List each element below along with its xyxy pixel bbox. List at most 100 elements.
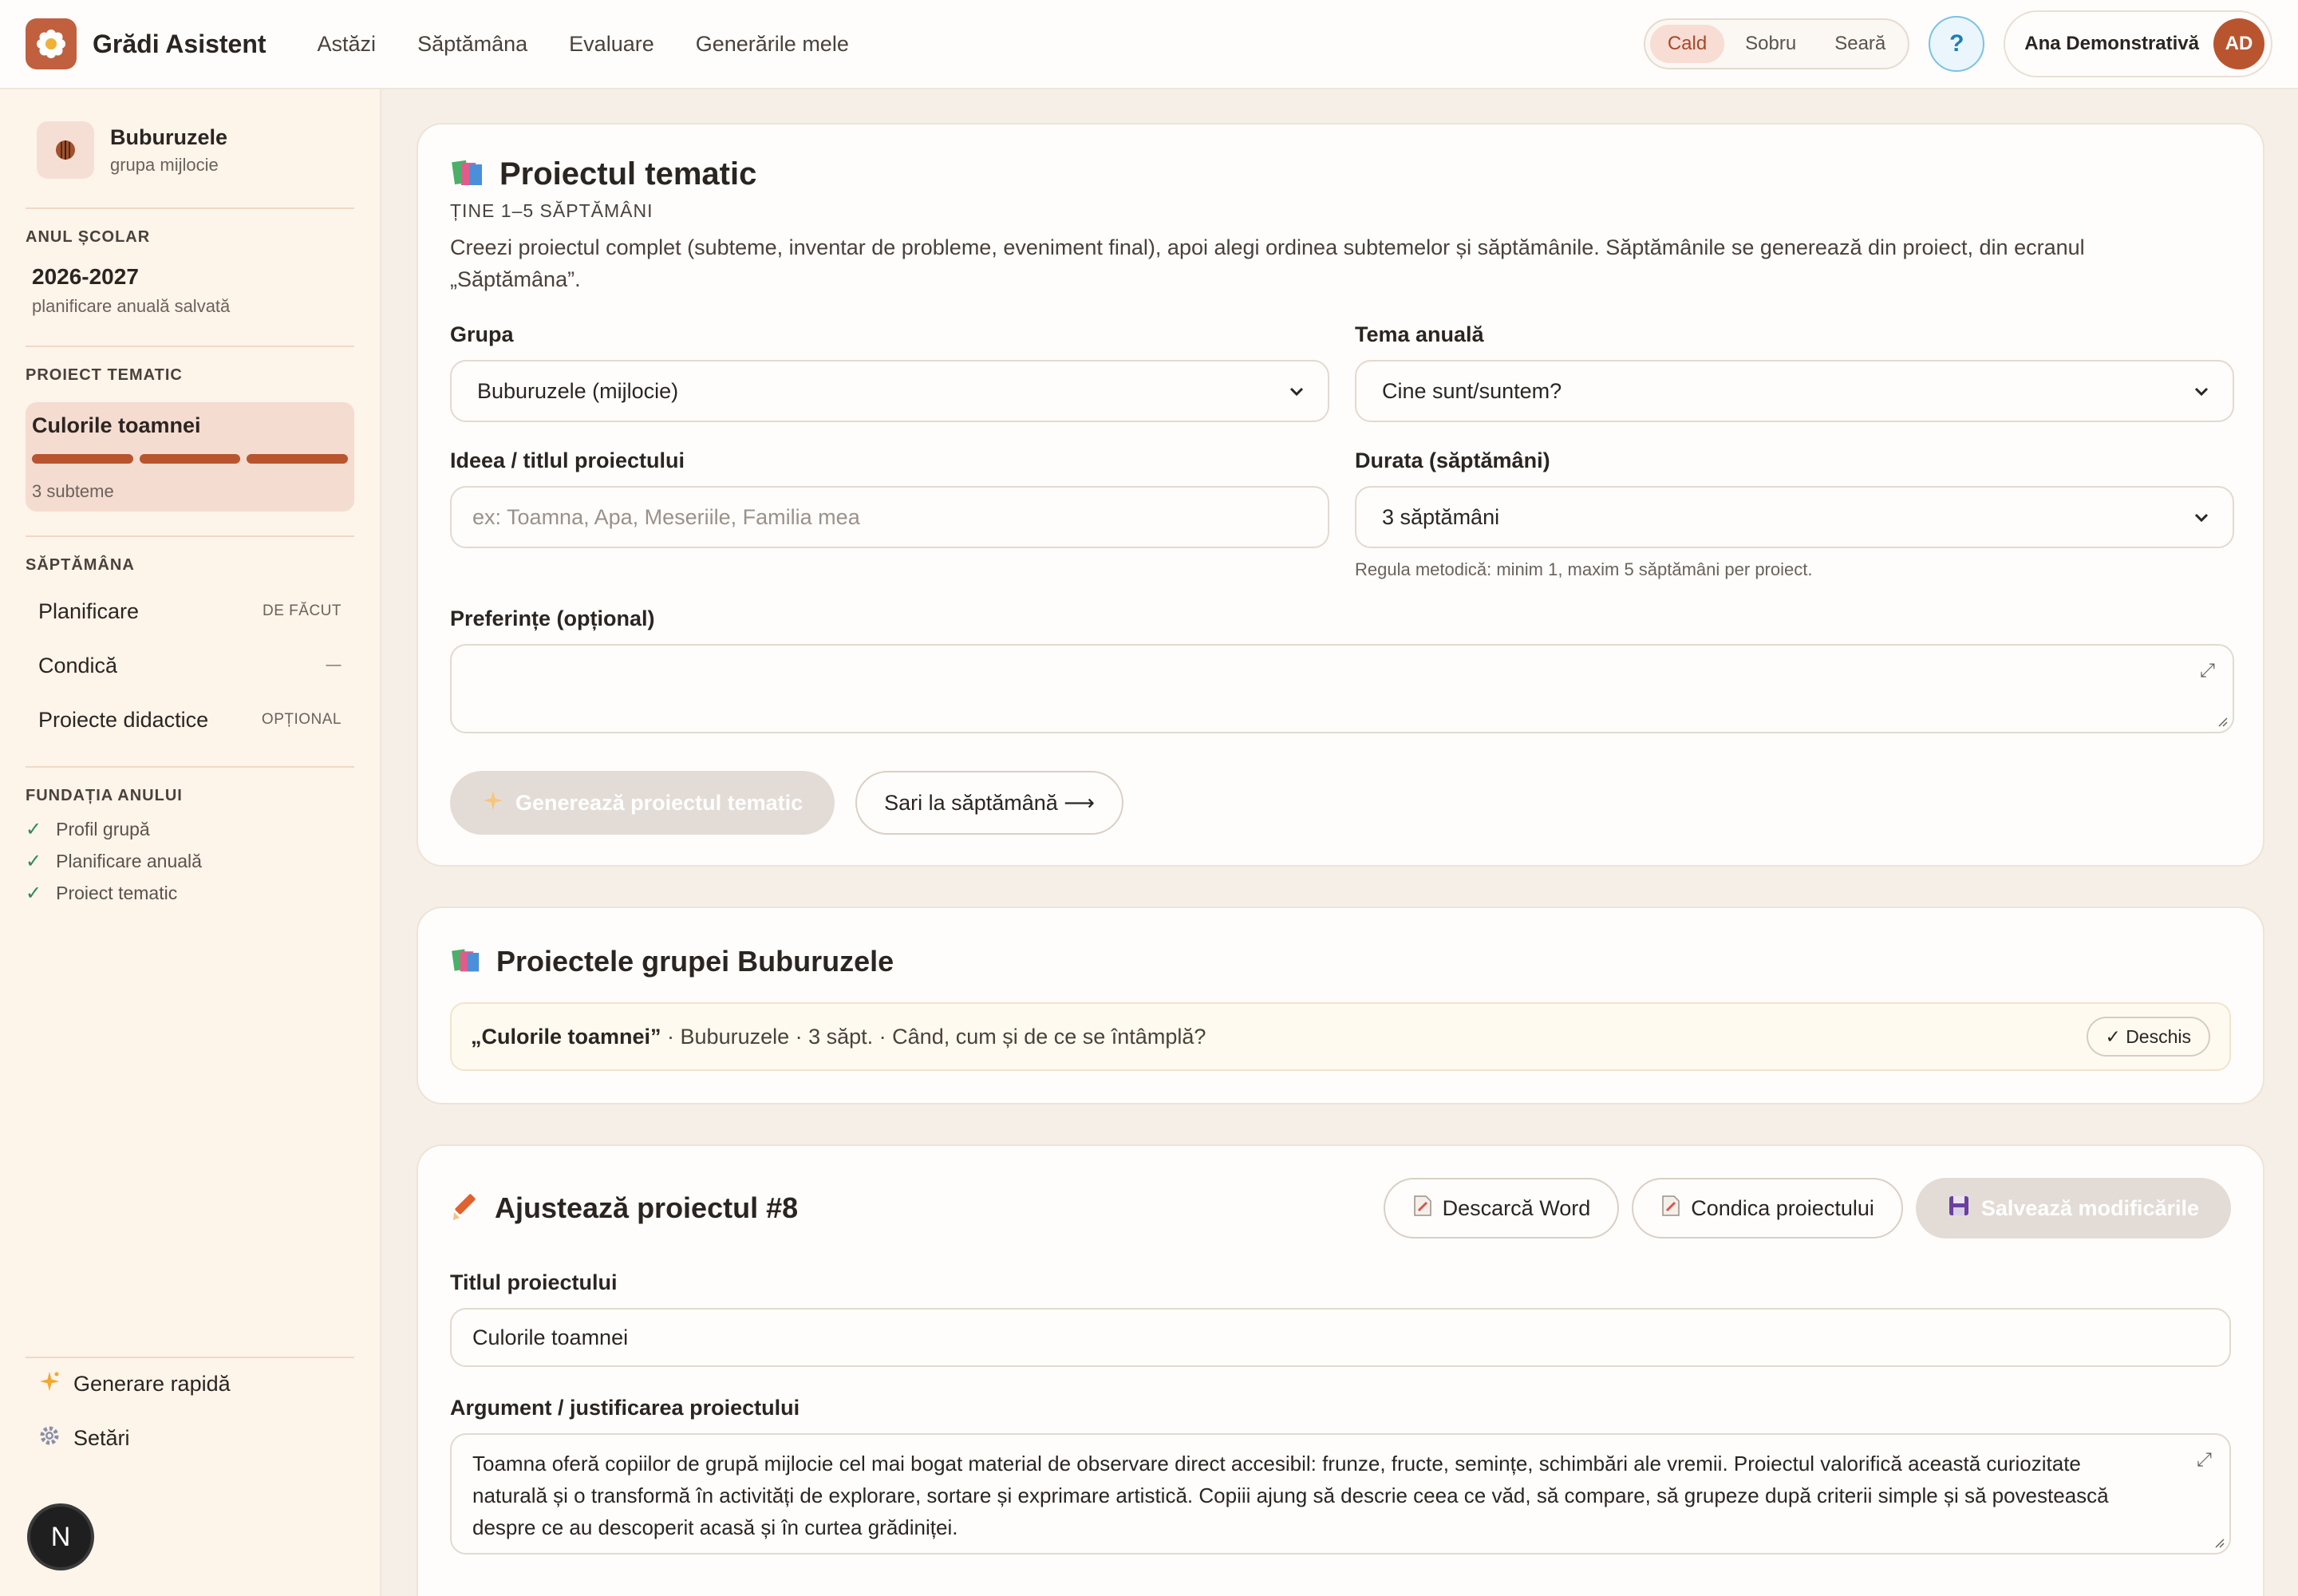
progress-segment [139, 454, 241, 464]
settings-label: Setări [73, 1425, 130, 1450]
foundation-item-label: Profil grupă [56, 818, 150, 839]
floppy-disk-icon [1948, 1195, 1970, 1223]
idea-input[interactable]: ex: Toamna, Apa, Meseriile, Familia mea [450, 486, 1329, 548]
skip-to-week-button[interactable]: Sari la săptămână ⟶ [855, 771, 1123, 835]
sidebar-item-condica[interactable]: Condică — [26, 638, 354, 693]
preferences-field-wrap: Preferințe (opțional) ⤢ [450, 606, 2234, 733]
thematic-project-card: Proiectul tematic ȚINE 1–5 SĂPTĂMÂNI Cre… [417, 123, 2264, 867]
top-bar: Grădi Asistent Astăzi Săptămâna Evaluare… [0, 0, 2298, 89]
flower-logo-icon [26, 18, 77, 69]
resize-grip-icon[interactable] [2217, 716, 2228, 727]
group-select-value: Buburuzele (mijlocie) [477, 378, 679, 403]
user-menu[interactable]: Ana Demonstrativă AD [2004, 10, 2272, 77]
generate-project-button[interactable]: Generează proiectul tematic [450, 771, 835, 835]
save-changes-label: Salvează modificările [1980, 1195, 2199, 1220]
quick-generate-link[interactable]: Generare rapidă [26, 1357, 356, 1411]
project-row-meta: · Buburuzele · 3 săpt. · Când, cum și de… [661, 1024, 1206, 1049]
project-section: PROIECT TEMATIC Culorile toamnei 3 subte… [26, 347, 354, 537]
adjust-title: Ajustează proiectul #8 [495, 1191, 799, 1224]
ladybug-icon [37, 121, 94, 179]
group-level: grupa mijlocie [110, 154, 219, 175]
adjust-project-card: Ajustează proiectul #8 Descarcă Word Con… [417, 1144, 2264, 1596]
argument-text: Toamna oferă copiilor de grupă mijlocie … [472, 1452, 2109, 1539]
group-card[interactable]: Buburuzele grupa mijlocie [26, 121, 354, 209]
status-badge[interactable]: ✓ Deschis [2086, 1017, 2210, 1057]
current-project-name: Culorile toamnei [32, 413, 201, 437]
card-title-row: Proiectele grupei Buburuzele [450, 945, 2231, 978]
argument-label: Argument / justificarea proiectului [450, 1396, 800, 1420]
download-word-label: Descarcă Word [1442, 1195, 1591, 1220]
school-year-value[interactable]: 2026-2027 [26, 264, 354, 290]
adjust-actions: Descarcă Word Condica proiectului Salvea… [1383, 1178, 2231, 1238]
sparkles-icon [38, 1370, 61, 1398]
nav-astazi[interactable]: Astăzi [318, 32, 377, 57]
user-name: Ana Demonstrativă [2024, 33, 2199, 54]
idea-label: Ideea / titlul proiectului [450, 448, 685, 472]
annual-theme-select[interactable]: Cine sunt/suntem? [1355, 360, 2234, 422]
progress-segment [32, 454, 133, 464]
foundation-item[interactable]: ✓ Profil grupă [26, 813, 354, 845]
project-log-button[interactable]: Condica proiectului [1632, 1178, 1903, 1238]
corner-n-badge[interactable]: N [30, 1507, 91, 1567]
group-projects-title: Proiectele grupei Buburuzele [496, 945, 894, 978]
project-row-text: „Culorile toamnei” · Buburuzele · 3 săpt… [471, 1025, 1206, 1049]
annual-theme-field-wrap: Tema anuală Cine sunt/suntem? [1355, 322, 2234, 422]
skip-to-week-label: Sari la săptămână ⟶ [884, 790, 1095, 815]
argument-textarea[interactable]: Toamna oferă copiilor de grupă mijlocie … [450, 1433, 2231, 1555]
card-title-row: Proiectul tematic [450, 156, 2231, 192]
annual-theme-value: Cine sunt/suntem? [1382, 378, 1562, 403]
nav-generarile-mele[interactable]: Generările mele [696, 32, 849, 57]
group-select[interactable]: Buburuzele (mijlocie) [450, 360, 1329, 422]
settings-link[interactable]: Setări [26, 1411, 356, 1465]
school-year-section: ANUL ȘCOLAR 2026-2027 planificare anuală… [26, 209, 354, 347]
sparkles-icon [482, 789, 504, 817]
sidebar-item-proiecte-didactice[interactable]: Proiecte didactice OPȚIONAL [26, 693, 354, 747]
week-section: SĂPTĂMÂNA Planificare DE FĂCUT Condică —… [26, 537, 354, 768]
project-log-label: Condica proiectului [1691, 1195, 1874, 1220]
nav-evaluare[interactable]: Evaluare [569, 32, 654, 57]
form-actions: Generează proiectul tematic Sari la săpt… [450, 771, 1123, 835]
list-item[interactable]: „Culorile toamnei” · Buburuzele · 3 săpt… [450, 1002, 2231, 1071]
project-row-title: „Culorile toamnei” [471, 1024, 661, 1049]
pencil-icon [450, 1191, 480, 1226]
chevron-down-icon [2194, 387, 2209, 397]
duration-value: 3 săptămâni [1382, 504, 1500, 529]
resize-grip-icon[interactable] [2213, 1537, 2225, 1548]
expand-icon[interactable]: ⤢ [2200, 660, 2215, 682]
school-year-status: planificare anuală salvată [32, 296, 231, 316]
sidebar-item-label: Proiecte didactice [38, 707, 209, 732]
foundation-item-label: Proiect tematic [56, 882, 178, 903]
expand-icon[interactable]: ⤢ [2197, 1449, 2212, 1472]
theme-switch: Cald Sobru Seară [1643, 18, 1910, 69]
group-projects-card: Proiectele grupei Buburuzele „Culorile t… [417, 907, 2264, 1104]
argument-field-wrap: Argument / justificarea proiectului Toam… [450, 1396, 2231, 1555]
books-icon [450, 156, 485, 192]
duration-label: Durata (săptămâni) [1355, 448, 1550, 472]
avatar: AD [2213, 18, 2264, 69]
check-icon: ✓ [26, 850, 42, 872]
progress-segment [247, 454, 349, 464]
duration-select[interactable]: 3 săptămâni [1355, 486, 2234, 548]
theme-cald[interactable]: Cald [1649, 25, 1725, 63]
sidebar-item-planificare[interactable]: Planificare DE FĂCUT [26, 584, 354, 638]
download-word-button[interactable]: Descarcă Word [1383, 1178, 1620, 1238]
nav-saptamana[interactable]: Săptămâna [417, 32, 527, 57]
save-changes-button[interactable]: Salvează modificările [1915, 1178, 2231, 1238]
preferences-textarea[interactable]: ⤢ [450, 644, 2234, 733]
theme-sobru[interactable]: Sobru [1727, 25, 1814, 63]
top-right-controls: Cald Sobru Seară ? Ana Demonstrativă AD [1643, 10, 2272, 77]
gear-icon [38, 1424, 61, 1452]
foundation-item[interactable]: ✓ Proiect tematic [26, 877, 354, 909]
foundation-item[interactable]: ✓ Planificare anuală [26, 845, 354, 877]
chevron-down-icon [1289, 387, 1304, 397]
current-project-card[interactable]: Culorile toamnei 3 subteme [26, 402, 354, 512]
status-badge: OPȚIONAL [261, 711, 342, 728]
title-input[interactable]: Culorile toamnei [450, 1308, 2231, 1367]
adjust-header: Ajustează proiectul #8 Descarcă Word Con… [450, 1178, 2231, 1238]
week-section-title: SĂPTĂMÂNA [26, 556, 135, 574]
brand[interactable]: Grădi Asistent [26, 18, 267, 69]
theme-seara[interactable]: Seară [1817, 25, 1903, 63]
check-icon: ✓ [26, 818, 42, 840]
generate-project-label: Generează proiectul tematic [515, 790, 804, 815]
help-button[interactable]: ? [1929, 16, 1985, 72]
